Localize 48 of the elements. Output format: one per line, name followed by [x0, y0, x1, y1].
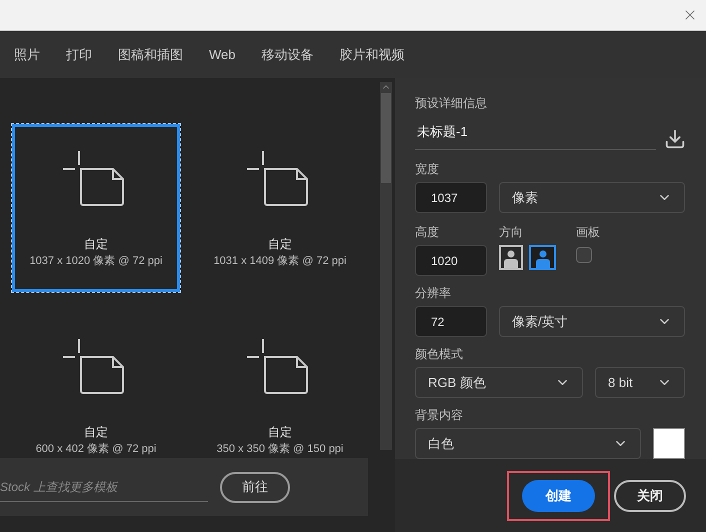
search-field[interactable]: Stock 上查找更多模板 [0, 472, 208, 502]
field-label: 方向 [499, 224, 524, 241]
preset-card[interactable]: 自定 1037 x 1020 像素 @ 72 ppi [12, 124, 180, 292]
dropdown[interactable]: 白色 [415, 428, 641, 459]
field-label: 颜色模式 [415, 346, 464, 363]
artboard-checkbox[interactable] [576, 247, 592, 263]
preset-size: 350 x 350 像素 @ 150 ppi [216, 442, 344, 457]
category-tab[interactable]: 胶片和视频 [340, 44, 404, 64]
category-tab[interactable]: 移动设备 [262, 44, 314, 64]
create-button[interactable]: 创建 [522, 480, 595, 512]
field-label: 宽度 [415, 161, 440, 178]
preset-name: 自定 [84, 236, 108, 253]
panel-title: 预设详细信息 [415, 95, 488, 112]
preset-card[interactable]: 自定 1031 x 1409 像素 @ 72 ppi [196, 124, 364, 292]
category-tab[interactable]: 照片 [14, 44, 40, 64]
preset-size: 600 x 402 像素 @ 72 ppi [36, 442, 156, 457]
scrollbar-thumb[interactable] [381, 93, 391, 183]
dropdown[interactable]: 像素/英寸 [499, 306, 685, 337]
input-field[interactable]: 1020 [415, 245, 487, 276]
category-tab[interactable]: Web [209, 44, 236, 64]
input-field[interactable]: 1037 [415, 182, 487, 213]
preset-size: 1031 x 1409 像素 @ 72 ppi [214, 254, 346, 269]
orientation-option[interactable] [499, 245, 523, 270]
category-tab[interactable]: 打印 [66, 44, 92, 64]
field-label: 高度 [415, 224, 440, 241]
person-icon [503, 250, 519, 268]
field-label: 背景内容 [415, 407, 464, 424]
field-label: 画板 [576, 224, 600, 241]
color-swatch[interactable] [653, 428, 685, 459]
save-preset-icon[interactable] [664, 128, 686, 150]
orientation-option[interactable] [529, 245, 556, 270]
scrollbar[interactable] [380, 82, 392, 450]
input-field[interactable]: 72 [415, 306, 487, 337]
go-button[interactable]: 前往 [220, 472, 290, 502]
preset-name: 自定 [268, 236, 292, 253]
field-label: 分辨率 [415, 285, 452, 302]
preset-card[interactable]: 自定 350 x 350 像素 @ 150 ppi [196, 312, 364, 456]
preset-name: 自定 [84, 424, 108, 441]
preset-name: 自定 [268, 424, 292, 441]
close-button[interactable]: 关闭 [614, 480, 686, 512]
name-field[interactable]: 未标题-1 [415, 122, 656, 150]
category-tab[interactable]: 图稿和插图 [118, 44, 183, 64]
dropdown[interactable]: 8 bit [595, 367, 685, 398]
dropdown[interactable]: RGB 颜色 [415, 367, 583, 398]
dropdown[interactable]: 像素 [499, 182, 685, 213]
person-icon [534, 250, 550, 268]
preset-size: 1037 x 1020 像素 @ 72 ppi [30, 254, 162, 269]
preset-card[interactable]: 自定 600 x 402 像素 @ 72 ppi [12, 312, 180, 456]
